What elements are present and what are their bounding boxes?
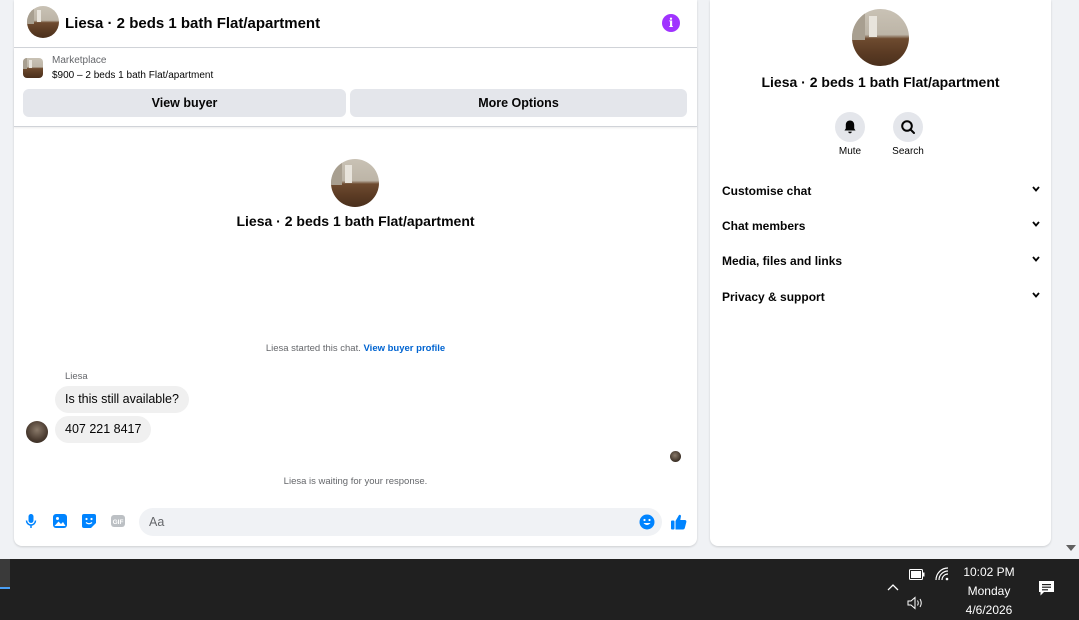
message-input[interactable]: [139, 508, 662, 536]
chat-info-panel: Liesa · 2 beds 1 bath Flat/apartment Mut…: [710, 0, 1051, 546]
taskbar-active-app[interactable]: [0, 559, 10, 589]
chevron-up-icon[interactable]: [887, 583, 899, 591]
emoji-icon[interactable]: [639, 514, 655, 530]
mute-button[interactable]: [835, 112, 865, 142]
chat-started-note: Liesa started this chat. View buyer prof…: [14, 343, 697, 354]
listing-bar: Marketplace $900 – 2 beds 1 bath Flat/ap…: [14, 49, 697, 127]
svg-text:GIF: GIF: [113, 519, 124, 526]
mute-label: Mute: [838, 146, 862, 157]
info-icon[interactable]: i: [662, 14, 680, 32]
chat-avatar[interactable]: [331, 159, 379, 207]
section-label: Media, files and links: [722, 254, 843, 268]
section-label: Privacy & support: [722, 290, 825, 304]
like-icon[interactable]: [670, 513, 688, 531]
more-options-button[interactable]: More Options: [350, 89, 687, 117]
search-icon: [901, 120, 915, 134]
section-chat-members[interactable]: Chat members: [722, 216, 1040, 236]
battery-icon[interactable]: [909, 569, 925, 580]
mic-icon[interactable]: [23, 513, 39, 529]
listing-description[interactable]: $900 – 2 beds 1 bath Flat/apartment: [52, 70, 213, 81]
sender-name: Liesa: [65, 371, 88, 382]
section-label: Chat members: [722, 219, 806, 233]
clock-time: 10:02 PM: [963, 565, 1015, 579]
clock-date: 4/6/2026: [965, 603, 1013, 617]
waiting-note: Liesa is waiting for your response.: [283, 476, 428, 487]
section-customise-chat[interactable]: Customise chat: [722, 181, 1040, 201]
chat-panel: Liesa · 2 beds 1 bath Flat/apartment i M…: [14, 0, 697, 546]
section-label: Customise chat: [722, 184, 812, 198]
wifi-icon[interactable]: [935, 567, 951, 581]
chat-header: Liesa · 2 beds 1 bath Flat/apartment i: [14, 0, 697, 48]
info-avatar[interactable]: [852, 9, 909, 66]
message-bubble[interactable]: 407 221 8417: [55, 416, 152, 443]
search-button[interactable]: [893, 112, 923, 142]
volume-icon[interactable]: [907, 596, 925, 610]
sticker-icon[interactable]: [81, 513, 97, 529]
photo-icon[interactable]: [52, 513, 68, 529]
chevron-down-icon: [1032, 221, 1040, 227]
seen-indicator-avatar: [670, 451, 681, 462]
message-composer: GIF: [14, 506, 697, 540]
section-privacy-support[interactable]: Privacy & support: [722, 287, 1040, 307]
chevron-down-icon: [1032, 256, 1040, 262]
listing-thumbnail[interactable]: [23, 58, 43, 78]
view-buyer-profile-link[interactable]: View buyer profile: [364, 343, 446, 354]
message-bubble[interactable]: Is this still available?: [55, 386, 189, 413]
chat-center-title: Liesa · 2 beds 1 bath Flat/apartment: [236, 213, 475, 229]
scroll-down-arrow[interactable]: [1066, 545, 1076, 551]
chat-title[interactable]: Liesa · 2 beds 1 bath Flat/apartment: [65, 15, 320, 32]
bell-icon: [844, 120, 856, 134]
header-avatar[interactable]: [27, 6, 59, 38]
section-media-files-links[interactable]: Media, files and links: [722, 251, 1040, 271]
info-title: Liesa · 2 beds 1 bath Flat/apartment: [761, 74, 1000, 90]
taskbar: 10:02 PM Monday 4/6/2026: [0, 559, 1079, 620]
chevron-down-icon: [1032, 292, 1040, 298]
gif-icon[interactable]: GIF: [110, 513, 126, 529]
notification-icon[interactable]: [1038, 580, 1055, 597]
sender-avatar[interactable]: [26, 421, 48, 443]
view-buyer-button[interactable]: View buyer: [23, 89, 346, 117]
search-label: Search: [892, 146, 924, 157]
listing-source: Marketplace: [52, 55, 107, 66]
started-note-text: Liesa started this chat.: [265, 343, 361, 354]
taskbar-clock[interactable]: 10:02 PM Monday 4/6/2026: [950, 563, 1028, 620]
clock-day: Monday: [967, 584, 1011, 598]
chevron-down-icon: [1032, 186, 1040, 192]
